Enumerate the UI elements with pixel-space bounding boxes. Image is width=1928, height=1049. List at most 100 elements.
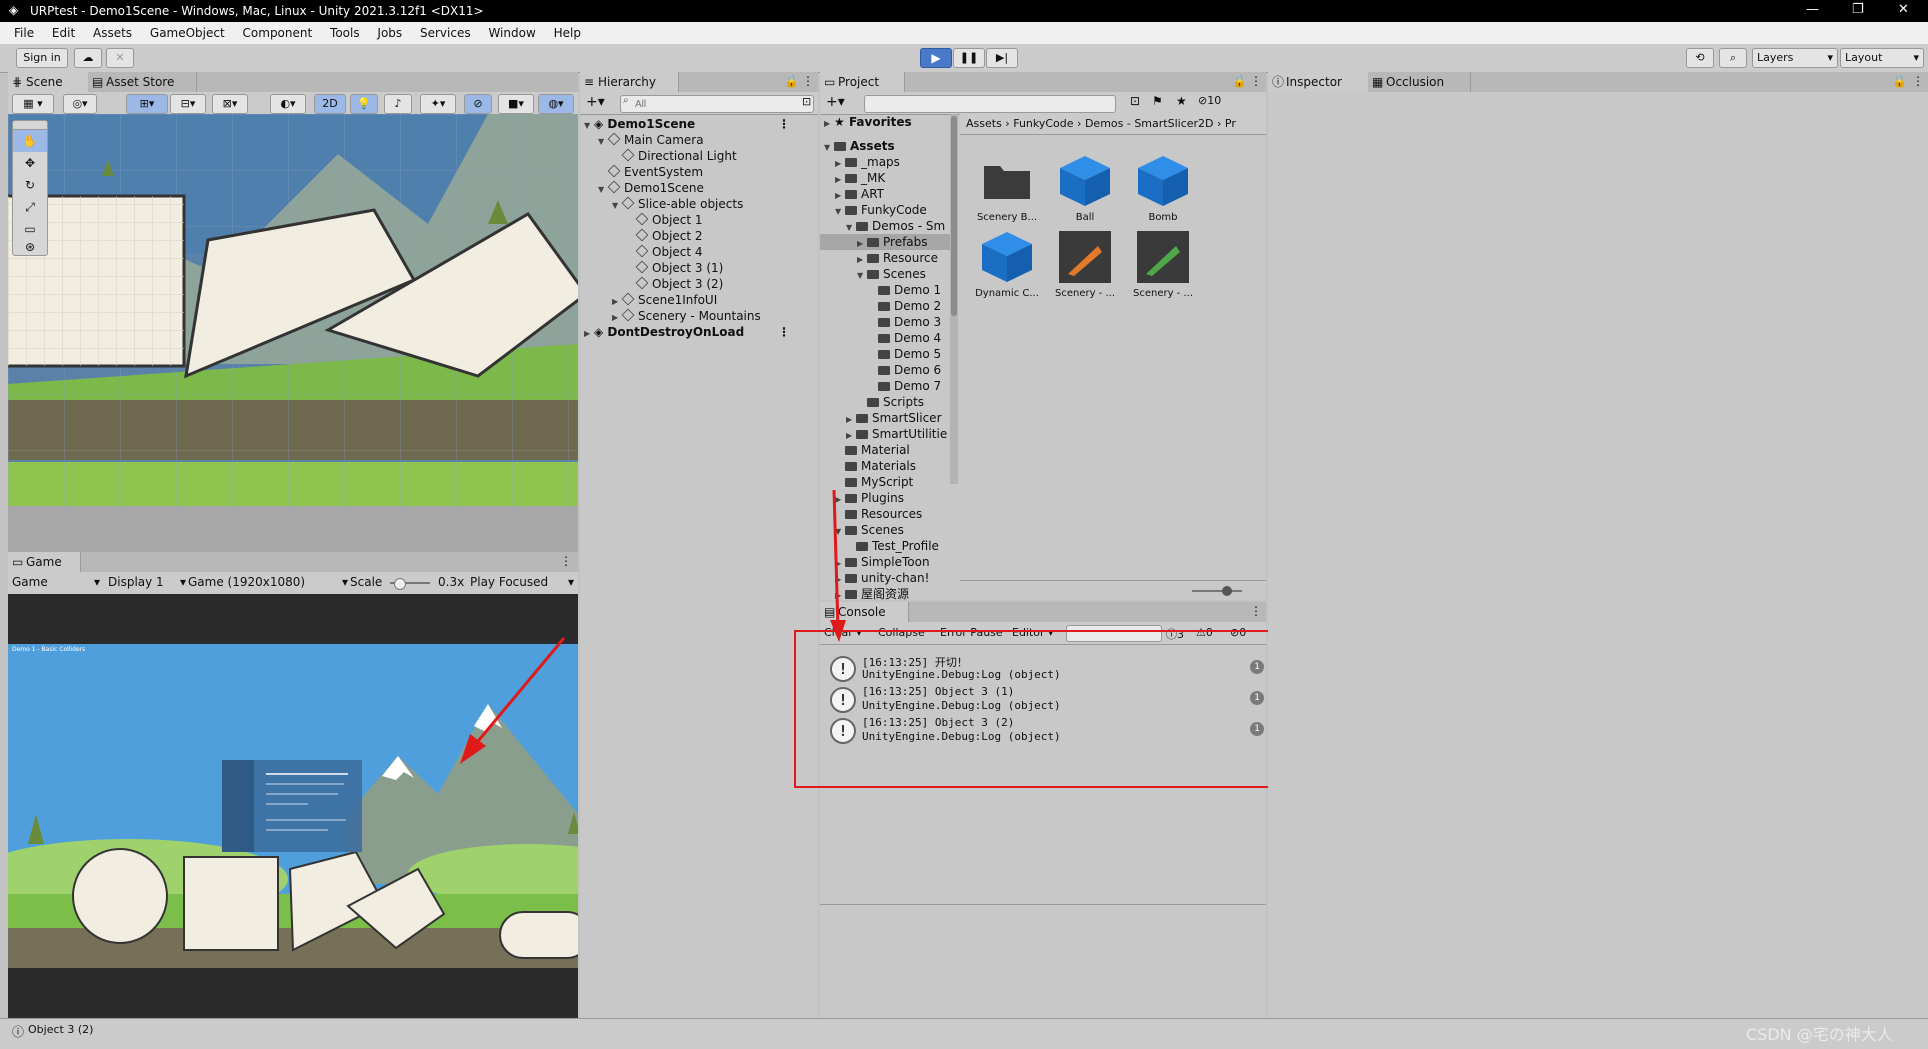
transform-tool-icon[interactable]: ⊛ (13, 240, 47, 254)
mode-2d-button[interactable]: 2D (314, 94, 346, 114)
breadcrumb-funkycode[interactable]: FunkyCode (1013, 117, 1073, 130)
draw-mode-icon[interactable]: ▦ ▾ (12, 94, 54, 114)
asset-item[interactable]: Scenery - ... (1128, 230, 1198, 299)
hidden-packages-toggle[interactable]: ⊘10 (1198, 94, 1221, 107)
project-search-input[interactable] (864, 95, 1116, 113)
project-folder-row[interactable]: Demo 2 (868, 298, 941, 314)
project-folder-row[interactable]: ▶ SmartSlicer (846, 410, 942, 426)
project-folder-row[interactable]: Demo 7 (868, 378, 941, 394)
project-folder-row[interactable]: ▼ FunkyCode (835, 202, 927, 218)
play-mode-dropdown[interactable]: Play Focused ▾ (470, 575, 574, 589)
hidden-objects-icon[interactable]: ⊘ (464, 94, 492, 114)
hierarchy-row[interactable]: Object 2 (626, 228, 703, 244)
rect-tool-icon[interactable]: ▭ (13, 218, 47, 240)
expand-arrow-icon[interactable]: ▶ (584, 326, 594, 342)
audio-icon[interactable]: ♪ (384, 94, 412, 114)
play-button[interactable]: ▶ (920, 48, 952, 68)
scale-slider[interactable] (390, 578, 430, 590)
icon-size-slider[interactable] (1192, 586, 1242, 596)
hierarchy-row[interactable]: Object 3 (1) (626, 260, 723, 276)
pause-button[interactable]: ❚❚ (953, 48, 985, 68)
menu-edit[interactable]: Edit (52, 22, 75, 44)
effects-icon[interactable]: ✦▾ (420, 94, 456, 114)
project-folder-row[interactable]: Demo 6 (868, 362, 941, 378)
hierarchy-row[interactable]: ▶ ◈ DontDestroyOnLoad ⋮ (584, 324, 790, 342)
project-folder-row[interactable]: ▶ Prefabs (820, 234, 950, 250)
add-icon[interactable]: +▾ (826, 94, 845, 110)
project-folder-row[interactable]: Demo 4 (868, 330, 941, 346)
lighting-icon[interactable]: 💡 (350, 94, 378, 114)
status-message[interactable]: Object 3 (2) (28, 1023, 93, 1036)
hand-tool-icon[interactable]: ✋ (13, 130, 47, 152)
expand-arrow-icon[interactable]: ▼ (857, 268, 867, 284)
tab-game[interactable]: ▭ Game (8, 552, 81, 572)
hierarchy-row[interactable]: Object 1 (626, 212, 703, 228)
move-arrows-icon[interactable]: ✥ (13, 152, 47, 174)
scale-icon[interactable]: ⤢ (13, 196, 47, 218)
breadcrumb-demos[interactable]: Demos - SmartSlicer2D (1085, 117, 1214, 130)
hierarchy-search-input[interactable] (620, 95, 814, 113)
panel-menu-icon[interactable]: ⋮ (1250, 604, 1262, 618)
expand-arrow-icon[interactable]: ▼ (598, 134, 608, 150)
lock-icon[interactable]: 🔒 (1232, 74, 1247, 88)
rotate-icon[interactable]: ↻ (13, 174, 47, 196)
layers-dropdown[interactable]: Layers ▾ (1752, 48, 1838, 68)
expand-arrow-icon[interactable]: ▼ (835, 204, 845, 220)
breadcrumb-prefabs[interactable]: Pr (1225, 117, 1236, 130)
asset-item[interactable]: Scenery B... (972, 154, 1042, 223)
asset-item[interactable]: Dynamic C... (972, 230, 1042, 299)
panel-menu-icon[interactable]: ⋮ (1250, 74, 1262, 88)
search-by-type-icon[interactable]: ⊡ (1130, 94, 1140, 108)
hierarchy-row[interactable]: Object 4 (626, 244, 703, 260)
project-folder-row[interactable]: Scripts (857, 394, 924, 410)
step-button[interactable]: ▶| (986, 48, 1018, 68)
project-folder-row[interactable]: ▼ Demos - Sm (846, 218, 945, 234)
menu-file[interactable]: File (14, 22, 34, 44)
menu-window[interactable]: Window (488, 22, 535, 44)
project-folder-row[interactable]: ▶ SmartUtilitie (846, 426, 947, 442)
scale-slider-thumb[interactable] (394, 578, 406, 590)
cloud-icon[interactable]: ☁ (74, 48, 102, 68)
hierarchy-row[interactable]: ▼ Demo1Scene (598, 180, 704, 196)
tab-project[interactable]: ▭ Project (820, 72, 905, 92)
minimize-icon[interactable]: — (1806, 2, 1819, 17)
project-folder-row[interactable]: ▼ Scenes (857, 266, 926, 282)
project-folder-row[interactable]: ▶ _maps (835, 154, 900, 170)
hierarchy-row[interactable]: ▶ Scenery - Mountains (612, 308, 761, 324)
move-tool-icon[interactable]: ⊞▾ (126, 94, 168, 114)
search-by-label-icon[interactable]: ⚑ (1152, 94, 1163, 108)
project-folder-row[interactable]: ▶ ART (835, 186, 884, 202)
hierarchy-row[interactable]: Directional Light (612, 148, 737, 164)
expand-arrow-icon[interactable]: ▼ (612, 198, 622, 214)
project-folder-row[interactable]: Material (835, 442, 910, 458)
menu-component[interactable]: Component (243, 22, 313, 44)
menu-jobs[interactable]: Jobs (377, 22, 402, 44)
tab-occlusion[interactable]: ▦ Occlusion (1368, 72, 1471, 92)
hierarchy-row[interactable]: ▼ Slice-able objects (612, 196, 743, 212)
hierarchy-row[interactable]: ▶ Scene1InfoUI (612, 292, 717, 308)
tree-scrollbar-thumb[interactable] (951, 116, 957, 316)
menu-tools[interactable]: Tools (330, 22, 360, 44)
search-type-icon[interactable]: ⊡ (802, 95, 811, 108)
project-folder-row[interactable]: Demo 1 (868, 282, 941, 298)
menu-services[interactable]: Services (420, 22, 471, 44)
tab-hierarchy[interactable]: ≡ Hierarchy (580, 72, 679, 92)
lock-icon[interactable]: 🔒 (784, 74, 799, 88)
expand-arrow-icon[interactable]: ▼ (598, 182, 608, 198)
game-mode-dropdown[interactable]: Game ▾ (12, 575, 100, 589)
resolution-dropdown[interactable]: Game (1920x1080) ▾ (188, 575, 348, 589)
hierarchy-row[interactable]: Object 3 (2) (626, 276, 723, 292)
scene-view-icon[interactable]: ◎▾ (63, 94, 97, 114)
project-folder-row[interactable]: Demo 3 (868, 314, 941, 330)
hierarchy-row[interactable]: EventSystem (598, 164, 703, 180)
display-dropdown[interactable]: Display 1 ▾ (108, 575, 186, 589)
layout-dropdown[interactable]: Layout ▾ (1840, 48, 1924, 68)
tab-scene[interactable]: ⋕ Scene (8, 72, 91, 92)
menu-help[interactable]: Help (554, 22, 581, 44)
project-folder-row[interactable]: Demo 5 (868, 346, 941, 362)
favorites-row[interactable]: ▶ ★ Favorites (824, 114, 912, 130)
project-folder-row[interactable]: ▶ _MK (835, 170, 885, 186)
row-menu-icon[interactable]: ⋮ (778, 116, 790, 132)
row-menu-icon[interactable]: ⋮ (778, 324, 790, 340)
tab-asset-store[interactable]: ▤ Asset Store (88, 72, 197, 92)
